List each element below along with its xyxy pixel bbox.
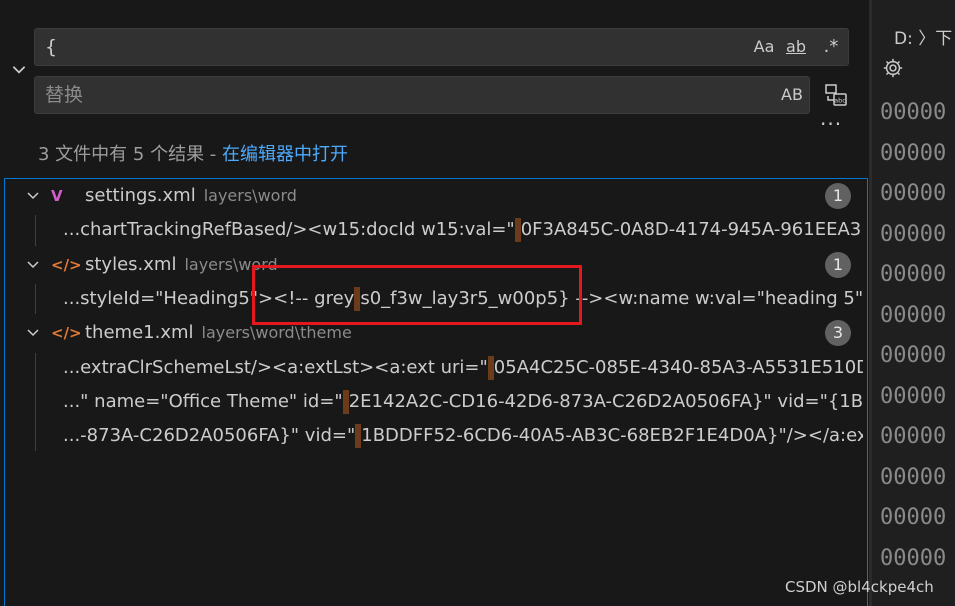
match-text[interactable]: ..." name="Office Theme" id=" 2E142A2C-CD… (63, 385, 863, 419)
xml-file-icon: </> (51, 255, 82, 274)
editor-line: 00000 (880, 505, 947, 530)
match-text[interactable]: ...-873A-C26D2A0506FA}" vid=" 1BDDFF52-6C… (63, 419, 863, 453)
match-text[interactable]: ...extraClrSchemeLst/><a:extLst><a:ext u… (63, 351, 863, 385)
match-before: ...chartTrackingRefBased/><w15:docId w15… (63, 219, 515, 241)
watermark: CSDN @bl4ckpe4ch (785, 578, 934, 596)
file-path: layers\word (184, 254, 278, 274)
svg-text:abc: abc (834, 97, 846, 105)
gear-icon[interactable] (882, 57, 904, 79)
chevron-down-icon[interactable] (25, 324, 41, 340)
results-tree: Vsettings.xml layers\word 1 ...chartTrackin… (4, 178, 868, 606)
match-count-badge: 1 (825, 251, 851, 278)
vim-file-icon: V (51, 187, 63, 205)
match-row[interactable]: ...chartTrackingRefBased/><w15:docId w15… (5, 213, 867, 247)
search-field: Aa ab .* (34, 28, 849, 66)
match-row[interactable]: ..." name="Office Theme" id=" 2E142A2C-CD… (5, 385, 867, 419)
indent-guide (35, 283, 36, 315)
match-count-badge: 3 (825, 320, 851, 347)
editor-line: 00000 (880, 221, 947, 247)
match-row[interactable]: ...-873A-C26D2A0506FA}" vid=" 1BDDFF52-6C… (5, 419, 867, 453)
editor-line: 00000 (880, 181, 947, 206)
editor-line: 00000 (880, 262, 947, 287)
preserve-case-toggle[interactable]: AB (779, 83, 805, 107)
results-count-text: 3 文件中有 5 个结果 - (38, 144, 223, 165)
match-after: s0_f3w_lay3r5_w00p5} --><w:name w:val="h… (360, 287, 863, 309)
replace-input[interactable] (45, 77, 725, 113)
indent-guide (35, 352, 36, 452)
match-after: 05A4C25C-085E-4340-85A3-A5531E510D... (493, 356, 863, 378)
search-input[interactable] (45, 29, 725, 65)
indent-guide (35, 215, 36, 246)
file-row[interactable]: </> theme1.xml layers\word\theme 3 (5, 316, 867, 350)
match-before: ...-873A-C26D2A0506FA}" vid=" (63, 425, 356, 447)
match-before: ..." name="Office Theme" id=" (63, 390, 343, 412)
open-in-editor-link[interactable]: 在编辑器中打开 (222, 144, 348, 165)
more-actions-button[interactable]: ··· (820, 112, 842, 136)
editor-line: 00000 (880, 140, 947, 166)
editor-line: 00000 (880, 302, 947, 328)
match-after: 2E142A2C-CD16-42D6-873A-C26D2A0506FA}" v… (348, 390, 863, 412)
match-count-badge: 1 (825, 183, 851, 209)
match-case-toggle[interactable]: Aa (751, 35, 777, 59)
xml-file-icon: </> (51, 324, 82, 343)
match-row[interactable]: ...extraClrSchemeLst/><a:extLst><a:ext u… (5, 351, 867, 385)
match-before: ...extraClrSchemeLst/><a:extLst><a:ext u… (63, 356, 488, 378)
breadcrumb[interactable]: D: 〉下 (894, 24, 952, 49)
replace-all-icon[interactable]: abc (823, 82, 849, 108)
search-panel: Aa ab .* AB abc ··· 3 文件中有 5 个结果 - 在编辑器中… (0, 0, 869, 606)
replace-field: AB (34, 76, 810, 114)
file-name: settings.xml layers\word (85, 179, 297, 213)
match-after: 0F3A845C-0A8D-4174-945A-961EEA3... (520, 219, 863, 241)
results-summary: 3 文件中有 5 个结果 - 在编辑器中打开 (38, 140, 348, 166)
match-before: ...styleId="Heading5"><!-- grey (63, 287, 355, 309)
match-after: 1BDDFF52-6CD6-40A5-AB3C-68EB2F1E4D0A}"/>… (361, 425, 863, 447)
file-name-text: settings.xml (85, 185, 196, 206)
editor-line: 00000 (880, 545, 947, 571)
match-text[interactable]: ...styleId="Heading5"><!-- grey s0_f3w_la… (63, 282, 863, 316)
editor-lines: 00000 00000 00000 00000 00000 00000 00000 00000… (880, 96, 946, 582)
editor-pane: D: 〉下 00000 00000 00000 00000 00000 00000 0000… (872, 0, 955, 606)
file-name-text: theme1.xml (85, 322, 194, 344)
file-row[interactable]: </> styles.xml layers\word 1 (5, 248, 867, 282)
editor-line: 00000 (880, 343, 947, 368)
editor-line: 00000 (880, 464, 947, 490)
file-path: layers\word (203, 186, 297, 205)
chevron-down-icon[interactable] (25, 256, 41, 272)
file-name-text: styles.xml (85, 253, 177, 275)
editor-line: 00000 (880, 383, 947, 409)
editor-line: 00000 (880, 100, 947, 125)
file-name: styles.xml layers\word (85, 248, 278, 282)
chevron-down-icon[interactable] (25, 187, 41, 203)
match-row[interactable]: ...styleId="Heading5"><!-- grey s0_f3w_la… (5, 282, 867, 316)
chevron-down-icon[interactable] (10, 60, 28, 78)
file-row[interactable]: Vsettings.xml layers\word 1 (5, 179, 867, 213)
whole-word-toggle[interactable]: ab (783, 35, 809, 59)
file-path: layers\word\theme (201, 323, 352, 343)
match-text[interactable]: ...chartTrackingRefBased/><w15:docId w15… (63, 213, 863, 247)
file-name: theme1.xml layers\word\theme (85, 316, 352, 350)
editor-line: 00000 (880, 424, 947, 449)
regex-toggle[interactable]: .* (819, 35, 843, 59)
